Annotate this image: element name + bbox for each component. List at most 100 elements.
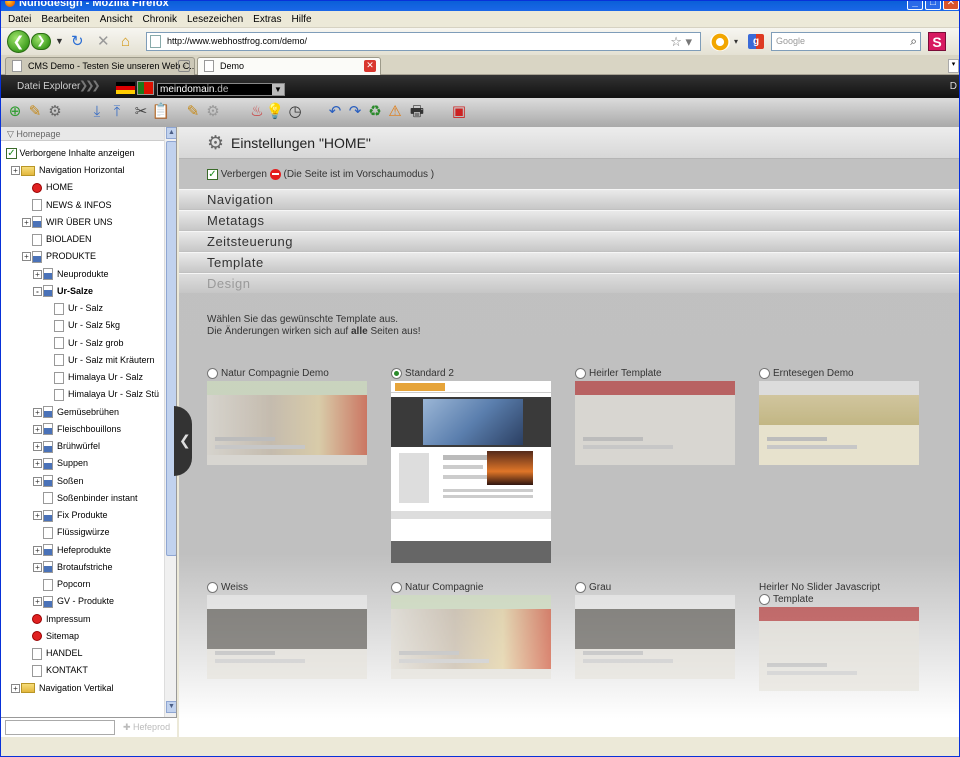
- template-radio-row[interactable]: Template: [759, 594, 921, 606]
- menu-datei[interactable]: Datei: [1, 11, 36, 28]
- template-option[interactable]: Grau: [575, 582, 737, 680]
- search-icon[interactable]: ⌕: [910, 34, 917, 49]
- tree-item[interactable]: NEWS & INFOS: [22, 197, 161, 214]
- printer-icon[interactable]: 🖶: [407, 102, 427, 122]
- upload-icon[interactable]: ⤒: [107, 102, 127, 122]
- section-design[interactable]: Design: [179, 273, 959, 293]
- bulb-icon[interactable]: 💡: [265, 102, 285, 122]
- template-thumbnail[interactable]: [759, 607, 919, 692]
- tree-item[interactable]: HOME: [22, 179, 161, 196]
- chevron-down-icon[interactable]: ▼: [272, 84, 284, 95]
- radio-icon[interactable]: [575, 368, 586, 379]
- expand-icon[interactable]: +: [33, 459, 42, 469]
- section-template[interactable]: Template: [179, 252, 959, 272]
- menu-hilfe[interactable]: Hilfe: [287, 11, 317, 28]
- edit-page-icon[interactable]: ✎: [183, 102, 203, 122]
- download-icon[interactable]: ⤓: [87, 102, 107, 122]
- template-radio-row[interactable]: Grau: [575, 582, 737, 594]
- section-metatags[interactable]: Metatags: [179, 210, 959, 230]
- tree-item[interactable]: + Fleischbouillons: [33, 421, 161, 438]
- tab-list-icon[interactable]: ▾: [948, 59, 959, 73]
- search-box[interactable]: Google ⌕: [771, 32, 921, 51]
- template-thumbnail[interactable]: [391, 595, 551, 680]
- tree-item[interactable]: BIOLADEN: [22, 231, 161, 248]
- tree-item[interactable]: Soßenbinder instant: [33, 490, 161, 507]
- menu-bearbeiten[interactable]: Bearbeiten: [36, 11, 94, 28]
- reload-icon[interactable]: ↻: [71, 32, 84, 51]
- menu-chronik[interactable]: Chronik: [138, 11, 182, 28]
- tree-item[interactable]: + Brühwürfel: [33, 438, 161, 455]
- trash-icon[interactable]: ▣: [449, 102, 469, 122]
- radio-icon[interactable]: [207, 368, 218, 379]
- tree-item[interactable]: Sitemap: [22, 628, 161, 645]
- template-thumbnail[interactable]: [575, 381, 735, 466]
- tab-demo[interactable]: Demo ✕: [197, 57, 381, 76]
- tree-item[interactable]: Flüssigwürze: [33, 524, 161, 541]
- template-radio-row[interactable]: Natur Compagnie Demo: [207, 368, 369, 380]
- paste-icon[interactable]: 📋: [151, 102, 171, 122]
- template-thumbnail[interactable]: [207, 381, 367, 466]
- tab-cms-demo[interactable]: CMS Demo - Testen Sie unseren Web C... ▫: [5, 57, 195, 75]
- tree-item[interactable]: + WIR ÜBER UNS: [22, 214, 161, 231]
- datei-explorer-label[interactable]: Datei Explorer: [17, 81, 80, 92]
- tree-item[interactable]: Himalaya Ur - Salz Stü: [44, 386, 161, 403]
- tree-item[interactable]: Ur - Salz grob: [44, 335, 161, 352]
- radio-icon[interactable]: [759, 594, 770, 605]
- tree-item[interactable]: + Neuprodukte: [33, 266, 161, 283]
- home-icon[interactable]: ⌂: [121, 32, 130, 51]
- url-text[interactable]: http://www.webhostfrog.com/demo/: [167, 36, 307, 46]
- scroll-thumb[interactable]: [166, 141, 176, 556]
- scroll-up-icon[interactable]: ▲: [166, 127, 176, 139]
- tree-item[interactable]: - Ur-Salze: [33, 283, 161, 300]
- domain-select[interactable]: meindomain.de ▼: [157, 83, 285, 96]
- template-thumbnail[interactable]: [391, 381, 551, 564]
- menu-ansicht[interactable]: Ansicht: [95, 11, 138, 28]
- tree-item[interactable]: + Hefeprodukte: [33, 542, 161, 559]
- settings-gear-icon[interactable]: ⚙: [203, 102, 223, 122]
- menu-extras[interactable]: Extras: [248, 11, 286, 28]
- addon-ring-icon[interactable]: [710, 33, 730, 51]
- template-option[interactable]: Heirler No Slider Javascript Template: [759, 582, 921, 692]
- recycle-icon[interactable]: ♻: [365, 102, 385, 122]
- template-thumbnail[interactable]: [759, 381, 919, 466]
- tree-item[interactable]: + GV - Produkte: [33, 593, 161, 610]
- radio-icon[interactable]: [575, 582, 586, 593]
- scroll-down-icon[interactable]: ▼: [166, 701, 176, 713]
- history-dropdown-icon[interactable]: ▼: [55, 32, 64, 51]
- tree-item[interactable]: + Gemüsebrühen: [33, 404, 161, 421]
- google-icon[interactable]: g: [748, 34, 764, 49]
- template-option[interactable]: Heirler Template: [575, 368, 737, 466]
- back-button[interactable]: ❮: [7, 30, 30, 53]
- template-radio-row[interactable]: Standard 2: [391, 368, 553, 380]
- tab-close-icon[interactable]: ▫: [178, 60, 190, 72]
- forward-button[interactable]: ❯: [31, 33, 51, 50]
- section-zeitsteuerung[interactable]: Zeitsteuerung: [179, 231, 959, 251]
- edit-pencil-icon[interactable]: ✎: [25, 102, 45, 122]
- close-window-button[interactable]: ✕: [943, 1, 959, 10]
- clock-icon[interactable]: ◷: [285, 102, 305, 122]
- expand-icon[interactable]: +: [33, 476, 42, 486]
- menu-lesezeichen[interactable]: Lesezeichen: [182, 11, 248, 28]
- expand-icon[interactable]: +: [33, 597, 42, 607]
- expand-icon[interactable]: +: [33, 407, 42, 417]
- stop-icon[interactable]: ✕: [97, 32, 110, 51]
- undo-icon[interactable]: ↶: [325, 102, 345, 122]
- url-bar[interactable]: http://www.webhostfrog.com/demo/ ☆ ▾: [146, 32, 701, 51]
- addon-dropdown-icon[interactable]: ▾: [734, 32, 738, 51]
- expand-icon[interactable]: +: [33, 424, 42, 434]
- tree-item[interactable]: Ur - Salz: [44, 300, 161, 317]
- redo-icon[interactable]: ↷: [345, 102, 365, 122]
- gear-icon[interactable]: ⚙: [45, 102, 65, 122]
- tree-item[interactable]: + Soßen: [33, 473, 161, 490]
- show-hidden-toggle[interactable]: ✓ Verborgene Inhalte anzeigen: [6, 145, 135, 162]
- sidebar-filter-field[interactable]: [5, 720, 115, 735]
- tree-item[interactable]: + Navigation Horizontal: [11, 162, 161, 179]
- template-thumbnail[interactable]: [575, 595, 735, 680]
- s-extension-icon[interactable]: S: [928, 32, 946, 51]
- bookmark-star-icon[interactable]: ☆ ▾: [670, 34, 692, 50]
- tree-item[interactable]: KONTAKT: [22, 662, 161, 679]
- template-option[interactable]: Erntesegen Demo: [759, 368, 921, 466]
- tree-item[interactable]: Himalaya Ur - Salz: [44, 369, 161, 386]
- tree-item[interactable]: + Suppen: [33, 455, 161, 472]
- tree-item[interactable]: Impressum: [22, 611, 161, 628]
